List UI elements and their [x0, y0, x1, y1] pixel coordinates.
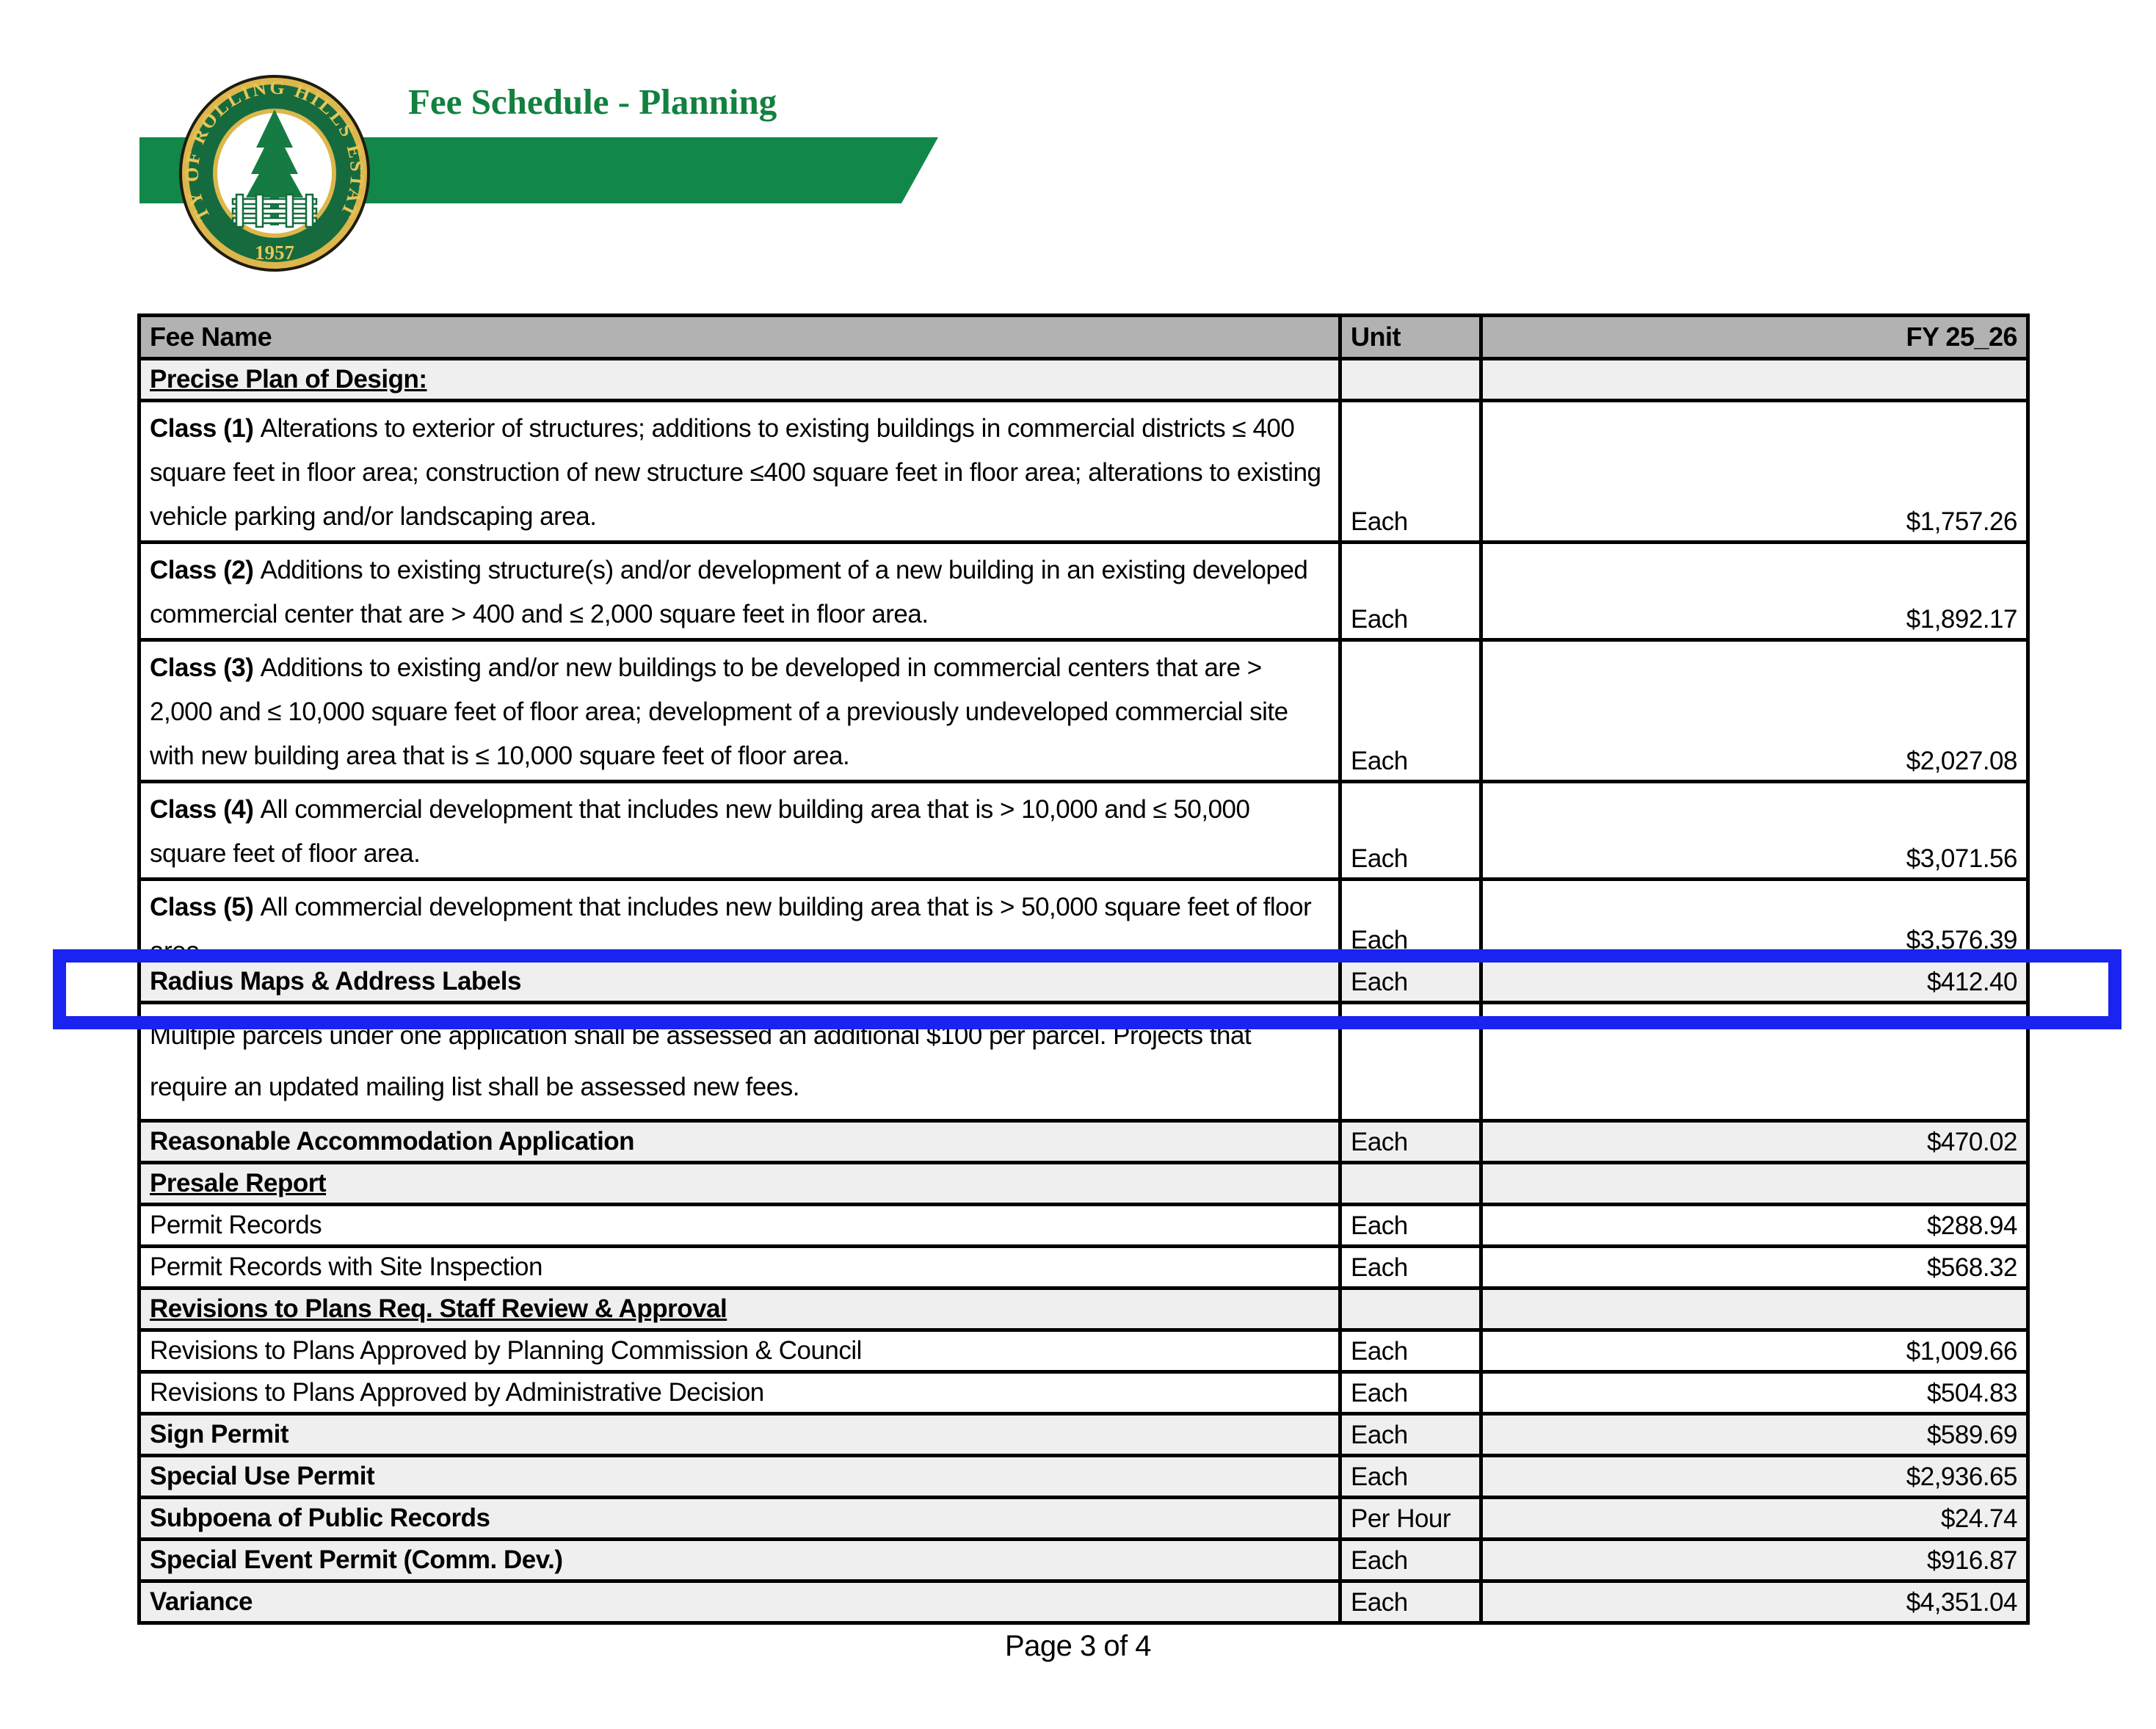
fee-value-cell: $589.69 — [1481, 1414, 2028, 1456]
fee-value-cell — [1481, 1163, 2028, 1205]
table-row: Reasonable Accommodation ApplicationEach… — [139, 1121, 2028, 1163]
unit-cell: Each — [1340, 401, 1481, 543]
fee-name-cell: Revisions to Plans Approved by Planning … — [139, 1330, 1340, 1372]
fee-value-cell: $2,027.08 — [1481, 640, 2028, 782]
table-row: Revisions to Plans Approved by Administr… — [139, 1372, 2028, 1414]
fee-value-cell: $1,009.66 — [1481, 1330, 2028, 1372]
fee-table-body: Precise Plan of Design:Class (1) Alterat… — [139, 359, 2028, 1623]
unit-cell: Each — [1340, 543, 1481, 640]
table-row: Special Event Permit (Comm. Dev.)Each$91… — [139, 1540, 2028, 1581]
col-header-unit: Unit — [1340, 316, 1481, 359]
fee-value-cell — [1481, 1003, 2028, 1121]
unit-cell — [1340, 1163, 1481, 1205]
table-row: Precise Plan of Design: — [139, 359, 2028, 401]
unit-cell: Each — [1340, 1121, 1481, 1163]
fee-value-cell: $568.32 — [1481, 1247, 2028, 1288]
fee-name-cell: Special Use Permit — [139, 1456, 1340, 1498]
unit-cell: Each — [1340, 1330, 1481, 1372]
fee-name-cell: Multiple parcels under one application s… — [139, 1003, 1340, 1121]
fee-name-cell: Special Event Permit (Comm. Dev.) — [139, 1540, 1340, 1581]
fee-name-cell: Radius Maps & Address Labels — [139, 961, 1340, 1003]
fee-name-cell: Presale Report — [139, 1163, 1340, 1205]
fence-icon — [233, 195, 316, 227]
fee-name-cell: Class (3) Additions to existing and/or n… — [139, 640, 1340, 782]
table-header-row: Fee Name Unit FY 25_26 — [139, 316, 2028, 359]
table-row: Class (3) Additions to existing and/or n… — [139, 640, 2028, 782]
table-row: Sign PermitEach$589.69 — [139, 1414, 2028, 1456]
table-row: Class (1) Alterations to exterior of str… — [139, 401, 2028, 543]
table-row: Revisions to Plans Req. Staff Review & A… — [139, 1288, 2028, 1330]
unit-cell: Each — [1340, 1205, 1481, 1247]
fee-value-cell: $470.02 — [1481, 1121, 2028, 1163]
fee-name-cell: Revisions to Plans Approved by Administr… — [139, 1372, 1340, 1414]
fee-table: Fee Name Unit FY 25_26 Precise Plan of D… — [137, 313, 2026, 1625]
col-header-fy: FY 25_26 — [1481, 316, 2028, 359]
fee-name-cell: Class (1) Alterations to exterior of str… — [139, 401, 1340, 543]
fee-name-cell: Sign Permit — [139, 1414, 1340, 1456]
table-row: Class (5) All commercial development tha… — [139, 880, 2028, 961]
fee-name-cell: Subpoena of Public Records — [139, 1498, 1340, 1540]
unit-cell: Each — [1340, 1581, 1481, 1623]
fee-name-cell: Revisions to Plans Req. Staff Review & A… — [139, 1288, 1340, 1330]
fee-name-cell: Permit Records — [139, 1205, 1340, 1247]
fee-value-cell: $288.94 — [1481, 1205, 2028, 1247]
fee-value-cell — [1481, 1288, 2028, 1330]
fee-value-cell: $24.74 — [1481, 1498, 2028, 1540]
unit-cell: Each — [1340, 880, 1481, 961]
col-header-fee-name: Fee Name — [139, 316, 1340, 359]
table-row: Presale Report — [139, 1163, 2028, 1205]
table-row: Class (4) All commercial development tha… — [139, 782, 2028, 880]
fee-name-cell: Class (5) All commercial development tha… — [139, 880, 1340, 961]
table-row: Revisions to Plans Approved by Planning … — [139, 1330, 2028, 1372]
unit-cell — [1340, 1003, 1481, 1121]
page-title: Fee Schedule - Planning — [408, 81, 777, 123]
unit-cell: Each — [1340, 1414, 1481, 1456]
table-row: Subpoena of Public RecordsPer Hour$24.74 — [139, 1498, 2028, 1540]
page-number: Page 3 of 4 — [0, 1630, 2156, 1663]
unit-cell: Each — [1340, 640, 1481, 782]
fee-name-cell: Variance — [139, 1581, 1340, 1623]
unit-cell — [1340, 359, 1481, 401]
fee-value-cell: $4,351.04 — [1481, 1581, 2028, 1623]
table-row: Permit Records with Site InspectionEach$… — [139, 1247, 2028, 1288]
fee-name-cell: Precise Plan of Design: — [139, 359, 1340, 401]
fee-name-cell: Reasonable Accommodation Application — [139, 1121, 1340, 1163]
unit-cell: Each — [1340, 782, 1481, 880]
table-row: Radius Maps & Address LabelsEach$412.40 — [139, 961, 2028, 1003]
banner-city-name: City of Rolling Hills Estates — [269, 12, 668, 51]
table-row: Permit RecordsEach$288.94 — [139, 1205, 2028, 1247]
fee-value-cell: $2,936.65 — [1481, 1456, 2028, 1498]
table-row: VarianceEach$4,351.04 — [139, 1581, 2028, 1623]
document-page: Fee Schedule - Planning City of Rolling … — [0, 0, 2156, 1729]
fee-value-cell — [1481, 359, 2028, 401]
table-row: Multiple parcels under one application s… — [139, 1003, 2028, 1121]
fee-name-cell: Class (4) All commercial development tha… — [139, 782, 1340, 880]
fee-value-cell: $1,892.17 — [1481, 543, 2028, 640]
seal-year: 1957 — [255, 242, 294, 264]
city-seal-logo: CITY OF ROLLING HILLS ESTATES 1957 — [178, 74, 371, 272]
unit-cell: Each — [1340, 1540, 1481, 1581]
unit-cell: Each — [1340, 1456, 1481, 1498]
fee-value-cell: $916.87 — [1481, 1540, 2028, 1581]
fee-value-cell: $3,576.39 — [1481, 880, 2028, 961]
fee-value-cell: $504.83 — [1481, 1372, 2028, 1414]
fee-value-cell: $412.40 — [1481, 961, 2028, 1003]
fee-name-cell: Class (2) Additions to existing structur… — [139, 543, 1340, 640]
unit-cell: Each — [1340, 961, 1481, 1003]
fee-value-cell: $1,757.26 — [1481, 401, 2028, 543]
fee-value-cell: $3,071.56 — [1481, 782, 2028, 880]
unit-cell — [1340, 1288, 1481, 1330]
unit-cell: Each — [1340, 1372, 1481, 1414]
unit-cell: Per Hour — [1340, 1498, 1481, 1540]
unit-cell: Each — [1340, 1247, 1481, 1288]
table-row: Class (2) Additions to existing structur… — [139, 543, 2028, 640]
fee-name-cell: Permit Records with Site Inspection — [139, 1247, 1340, 1288]
table-row: Special Use PermitEach$2,936.65 — [139, 1456, 2028, 1498]
